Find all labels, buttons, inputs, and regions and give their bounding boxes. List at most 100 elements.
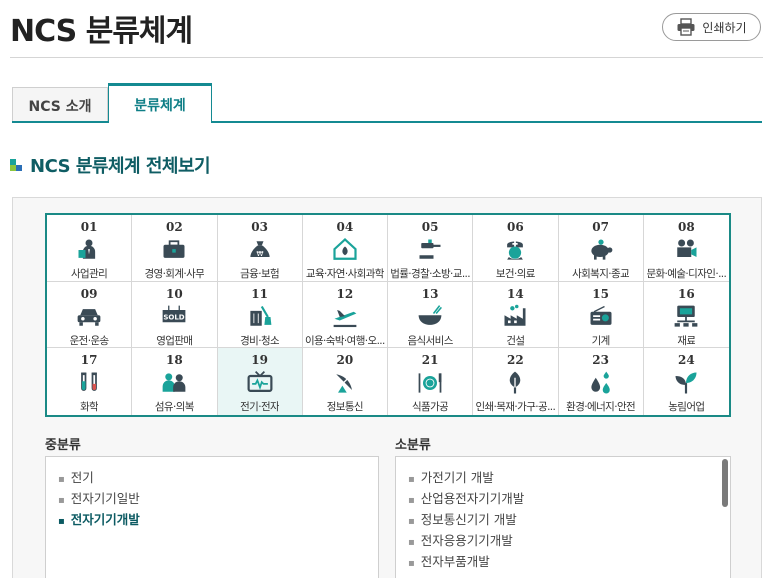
mid-class-item-label: 전자기기일반	[70, 491, 140, 506]
category-label: 교육·자연·사회과학	[305, 268, 384, 280]
small-class-list[interactable]: ▪ 가전기기 개발 ▪ 산업용전자기기개발 ▪ 정보통신기기 개발 ▪ 전자응용기기개발 ▪ 전자…	[395, 456, 731, 578]
mid-class-list[interactable]: ▪ 전기 ▪ 전자기기일반 ▪ 전자기기개발	[45, 456, 379, 578]
airplane-icon	[330, 303, 360, 331]
mid-class-item-label: 전기	[70, 470, 94, 485]
print-button[interactable]: 인쇄하기	[662, 13, 761, 41]
category-number: 23	[592, 353, 609, 368]
small-class-item-label: 산업용전자기기개발	[420, 491, 525, 506]
category-label: 운전·운송	[69, 334, 109, 347]
category-number: 05	[421, 220, 439, 234]
briefcase-icon	[159, 236, 189, 264]
radio-icon	[586, 303, 616, 331]
mid-class-item[interactable]: ▪ 전기	[58, 467, 366, 488]
small-class-item-label: 전자응용기기개발	[420, 533, 513, 548]
category-cell-11[interactable]: 11 경비·청소	[217, 281, 303, 349]
tab-underline	[212, 121, 762, 123]
category-number: 13	[421, 286, 439, 301]
category-cell-15[interactable]: 15 기계	[558, 281, 644, 349]
film-camera-icon	[671, 236, 701, 264]
small-class-item[interactable]: ▪ 정보통신기기 개발	[408, 509, 712, 530]
small-class-item-label: 전자부품개발	[420, 554, 490, 569]
money-bag-icon: ₩	[245, 236, 275, 264]
category-cell-07[interactable]: 07 사회복지·종교	[558, 215, 644, 282]
category-cell-02[interactable]: 02 경영·회계·사무	[132, 215, 218, 282]
small-class-item[interactable]: ▪ 전자응용기기개발	[408, 530, 712, 551]
list-bullet-icon: ▪	[58, 474, 65, 485]
category-cell-13[interactable]: 13 음식서비스	[388, 281, 474, 349]
category-cell-12[interactable]: 12 이용·숙박·여행·오...	[302, 281, 388, 349]
list-bullet-icon: ▪	[408, 495, 415, 506]
small-class-item[interactable]: ▪ 산업용전자기기개발	[408, 488, 712, 509]
category-number: 22	[507, 353, 524, 368]
category-cell-23[interactable]: 23 환경·에너지·안전	[559, 348, 644, 415]
tab-ncs-intro[interactable]: NCS 소개	[12, 87, 108, 123]
gavel-icon	[415, 236, 445, 264]
category-number: 16	[678, 286, 695, 301]
test-tube-icon	[74, 369, 104, 397]
category-number: 15	[592, 286, 609, 301]
category-label: 재료	[677, 334, 696, 347]
category-number: 24	[678, 353, 695, 368]
small-class-scrollbar[interactable]	[722, 459, 728, 507]
small-class-item[interactable]: ▪ 전자부품개발	[408, 551, 712, 572]
tab-underline-left	[12, 121, 108, 123]
mid-class-item-label: 전자기기개발	[70, 512, 140, 527]
category-number: 14	[507, 286, 524, 301]
svg-text:₩: ₩	[256, 250, 263, 258]
category-cell-09[interactable]: 09 운전·운송	[47, 281, 133, 349]
people-icon	[159, 369, 189, 397]
category-cell-06[interactable]: 06 보건·의료	[473, 215, 559, 282]
sold-sign-icon: SOLD	[159, 303, 189, 331]
category-label: 사업관리	[71, 268, 108, 280]
category-cell-14[interactable]: 14 건설	[473, 281, 559, 349]
list-bullet-icon: ▪	[408, 516, 415, 527]
category-label: 영업판매	[156, 334, 193, 347]
svg-text:SOLD: SOLD	[164, 313, 185, 321]
category-cell-05[interactable]: 05 법률·경찰·소방·교...	[388, 215, 474, 282]
small-class-item-label: 가전기기 개발	[420, 470, 494, 485]
mid-class-item[interactable]: ▪ 전자기기개발	[58, 509, 366, 530]
category-number: 17	[80, 353, 98, 368]
mid-class-heading: 중분류	[45, 438, 81, 453]
category-cell-03[interactable]: 03 ₩ 금융·보험	[217, 215, 303, 282]
piggy-bank-icon	[586, 236, 616, 264]
category-cell-17[interactable]: 17 화학	[47, 348, 133, 415]
section-heading: NCS 분류체계 전체보기	[10, 152, 211, 178]
category-label: 환경·에너지·안전	[566, 401, 636, 414]
category-cell-22[interactable]: 22 인쇄·목재·가구·공...	[473, 348, 559, 415]
page-title: NCS 분류체계	[10, 14, 193, 49]
category-cell-16[interactable]: 16 재료	[643, 282, 729, 349]
category-label: 음식서비스	[407, 334, 453, 347]
category-cell-24[interactable]: 24 농림어업	[644, 348, 729, 415]
category-label: 건설	[506, 334, 525, 347]
mid-class-item[interactable]: ▪ 전자기기일반	[58, 488, 366, 509]
category-cell-20[interactable]: 20 정보통신	[303, 348, 388, 415]
factory-icon	[500, 303, 530, 331]
section-title: NCS 분류체계 전체보기	[30, 156, 211, 177]
category-number: 18	[166, 353, 183, 368]
category-cell-21[interactable]: 21 식품가공	[388, 348, 474, 415]
category-label: 정보통신	[326, 401, 363, 414]
category-cell-19[interactable]: 19 전기·전자	[217, 348, 303, 415]
category-number: 19	[251, 353, 268, 368]
category-number: 21	[421, 353, 439, 368]
category-cell-01[interactable]: 01 사업관리	[47, 215, 133, 282]
category-number: 01	[80, 220, 98, 234]
printer-icon	[677, 18, 695, 36]
list-bullet-icon: ▪	[408, 558, 415, 569]
car-icon	[74, 303, 104, 331]
category-cell-04[interactable]: 04 교육·자연·사회과학	[302, 215, 388, 282]
network-icon	[671, 303, 701, 331]
small-class-item[interactable]: ▪ 가전기기 개발	[408, 467, 712, 488]
category-number: 12	[336, 286, 354, 301]
list-bullet-icon: ▪	[58, 516, 65, 527]
heading-bullet-icon	[10, 159, 22, 171]
nurse-icon	[500, 236, 530, 264]
category-label: 경비·청소	[240, 334, 280, 347]
category-cell-08[interactable]: 08 문화·예술·디자인·...	[643, 215, 729, 282]
business-manager-icon	[74, 236, 104, 264]
tab-classification[interactable]: 분류체계	[108, 83, 212, 123]
category-cell-18[interactable]: 18 섬유·의복	[132, 348, 218, 415]
category-cell-10[interactable]: 10 SOLD 영업판매	[132, 281, 218, 349]
bowl-icon	[415, 303, 445, 331]
